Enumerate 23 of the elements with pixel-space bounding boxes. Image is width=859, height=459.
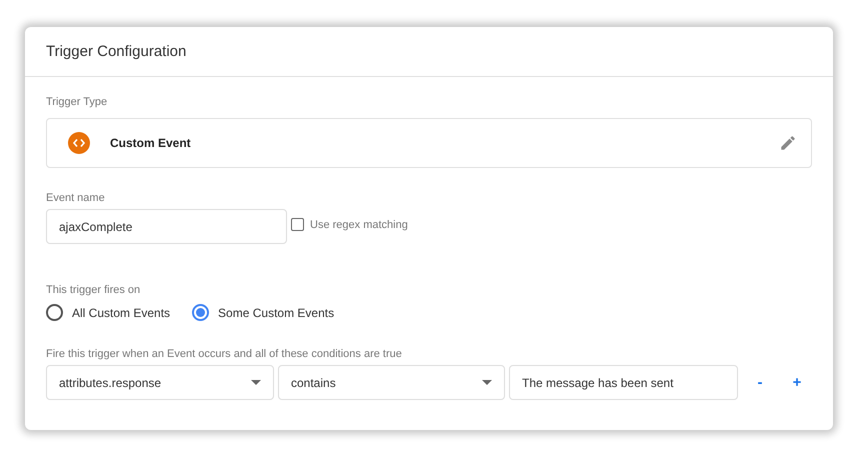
remove-button[interactable]: - xyxy=(745,374,775,391)
radio-button[interactable] xyxy=(192,304,210,321)
conditions-label: Fire this trigger when an Event occurs and all of these conditions are true xyxy=(46,348,402,360)
radio-button[interactable] xyxy=(46,304,63,321)
trigger-type-name: Custom Event xyxy=(110,136,192,150)
trigger-type-card[interactable]: Custom Event xyxy=(46,118,812,168)
code-icon xyxy=(68,132,90,154)
radio-label: All Custom Events xyxy=(72,306,170,320)
caret-icon xyxy=(482,380,492,385)
panel-title: Trigger Configuration xyxy=(46,43,186,60)
variable-dropdown[interactable]: attributes.response xyxy=(46,365,274,400)
checkbox-label: Use regex matching xyxy=(310,218,408,230)
value-field[interactable]: The message has been sent xyxy=(509,365,738,400)
pencil-icon[interactable] xyxy=(779,134,797,152)
field-label: Event name xyxy=(46,192,105,204)
add-button[interactable]: + xyxy=(782,374,812,391)
field-label: This trigger fires on xyxy=(46,284,140,296)
event-name-field[interactable]: ajaxComplete xyxy=(46,209,287,244)
caret-icon xyxy=(251,380,261,385)
operator-dropdown[interactable]: contains xyxy=(278,365,505,400)
checkbox[interactable] xyxy=(291,218,304,231)
radio-label: Some Custom Events xyxy=(218,306,334,320)
field-label: Trigger Type xyxy=(46,96,108,108)
